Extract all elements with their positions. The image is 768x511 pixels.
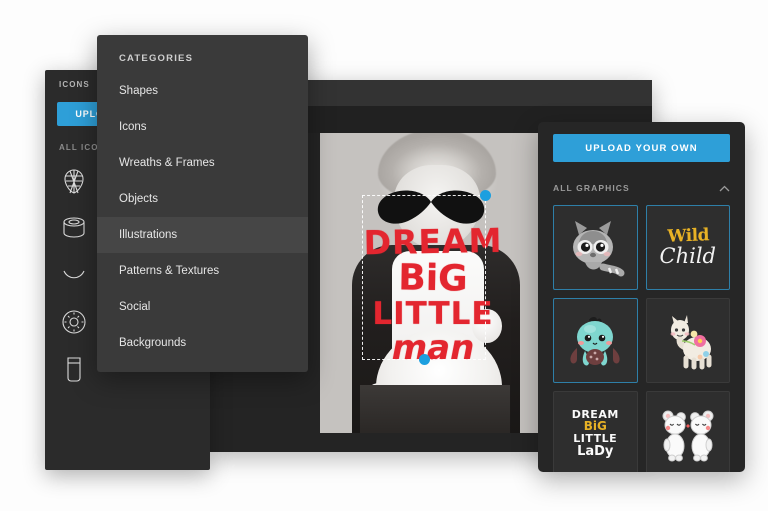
raccoon-graphic[interactable]: [553, 205, 638, 290]
selection-handle-top-right[interactable]: [480, 190, 491, 201]
kissing-bears-graphic[interactable]: [645, 391, 730, 472]
all-graphics-header[interactable]: ALL GRAPHICS: [553, 180, 730, 196]
all-graphics-label: ALL GRAPHICS: [553, 183, 630, 193]
category-item-social[interactable]: Social: [97, 289, 308, 325]
wild-child-line-1: Wild: [666, 225, 709, 247]
category-item-wreaths-frames[interactable]: Wreaths & Frames: [97, 145, 308, 181]
categories-title: CATEGORIES: [119, 53, 194, 64]
wild-child-line-2: Child: [659, 244, 716, 268]
dream-lady-line-4: LaDy: [577, 443, 614, 459]
octopus-graphic[interactable]: [553, 298, 638, 383]
selection-handle-bottom-center[interactable]: [419, 354, 430, 365]
taco-icon[interactable]: [55, 256, 93, 293]
categories-dropdown: CATEGORIES Shapes Icons Wreaths & Frames…: [97, 35, 308, 372]
cake-tin-icon[interactable]: [55, 209, 93, 246]
category-item-illustrations[interactable]: Illustrations: [97, 217, 308, 253]
wild-child-graphic[interactable]: Wild Child: [645, 205, 730, 290]
drink-glass-icon[interactable]: [55, 350, 93, 387]
dream-big-little-lady-graphic[interactable]: DREAM BiG LITTLE LaDy: [553, 391, 638, 472]
pinecone-icon[interactable]: [55, 162, 93, 199]
category-item-icons[interactable]: Icons: [97, 109, 308, 145]
category-item-objects[interactable]: Objects: [97, 181, 308, 217]
llama-graphic[interactable]: [645, 298, 730, 383]
photo-jeans: [360, 385, 510, 433]
app-stage: DREAM BiG LITTLE man ICONS UPLOAD YOUR O…: [0, 0, 768, 511]
category-item-patterns-textures[interactable]: Patterns & Textures: [97, 253, 308, 289]
chevron-up-icon[interactable]: [719, 179, 730, 197]
sprinkle-donut-icon[interactable]: [55, 303, 93, 340]
dream-lady-line-3: LITTLE: [573, 431, 618, 445]
category-item-shapes[interactable]: Shapes: [97, 73, 308, 109]
graphics-panel: UPLOAD YOUR OWN ALL GRAPHICS Wild Child …: [538, 122, 745, 472]
category-item-backgrounds[interactable]: Backgrounds: [97, 325, 308, 361]
categories-list: Shapes Icons Wreaths & Frames Objects Il…: [97, 73, 308, 361]
icons-panel-title: ICONS: [59, 80, 90, 89]
graphics-grid: Wild Child DREAM BiG LITTLE LaDy: [553, 205, 730, 472]
upload-your-own-button[interactable]: UPLOAD YOUR OWN: [553, 134, 730, 162]
selection-box[interactable]: [362, 190, 491, 365]
